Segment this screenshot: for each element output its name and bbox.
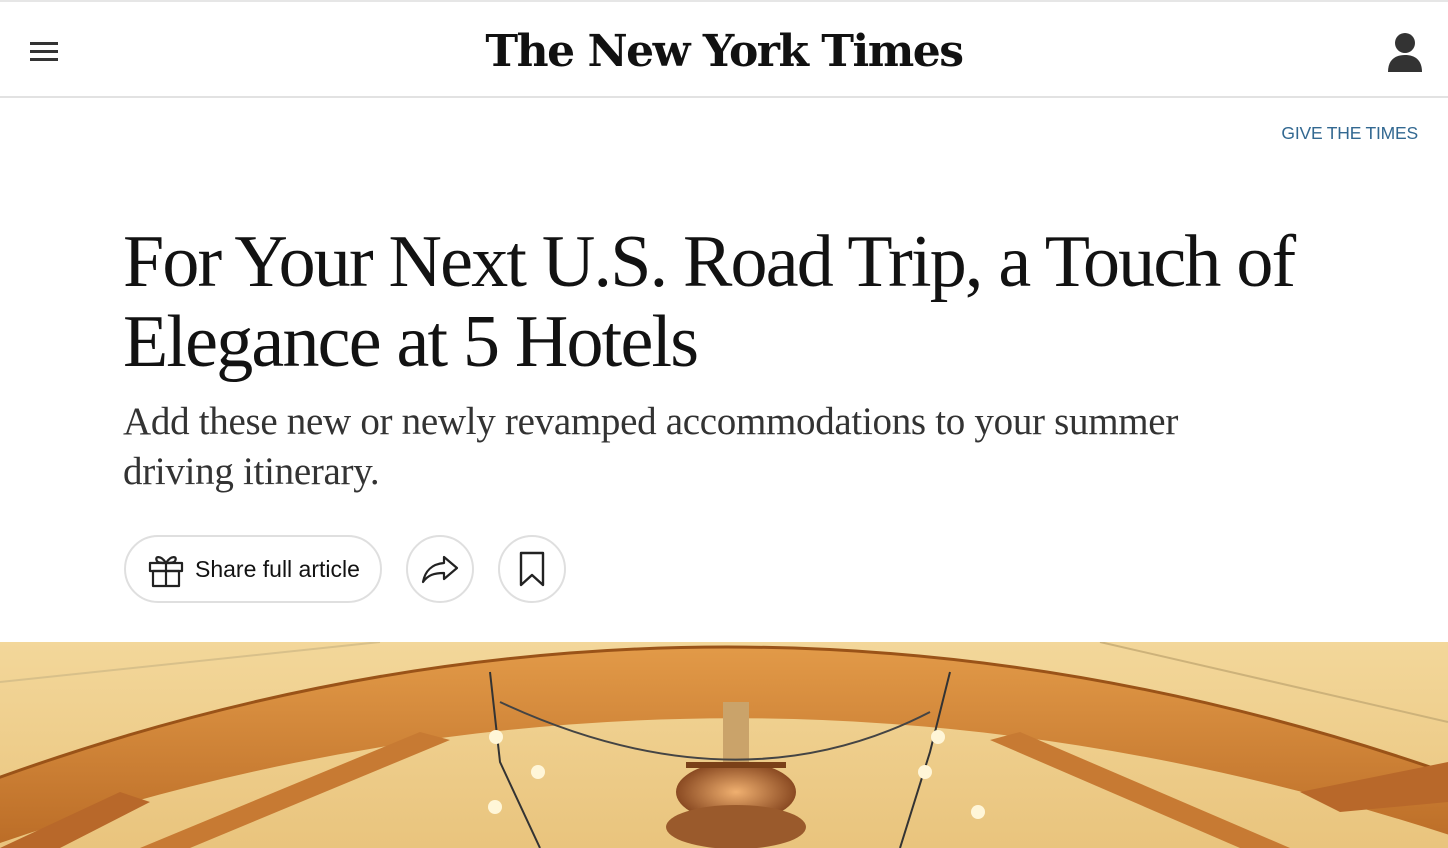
bookmark-icon [519,551,545,587]
share-button-label: Share full article [195,556,360,582]
share-button[interactable] [406,535,474,603]
save-bookmark-button[interactable] [498,535,566,603]
share-full-article-button[interactable]: Share full article [124,535,382,603]
article-headline: For Your Next U.S. Road Trip, a Touch of… [123,222,1323,382]
gift-icon [147,552,185,588]
hamburger-menu-icon[interactable] [28,40,60,64]
user-account-icon[interactable] [1384,30,1426,76]
give-the-times-link[interactable]: GIVE THE TIMES [1281,123,1418,144]
masthead-logo[interactable]: The New York Times [480,20,968,84]
headline-line-2: Elegance at 5 Hotels [123,301,699,383]
share-arrow-icon [421,555,459,584]
article-summary: Add these new or newly revamped accommod… [123,400,1179,493]
headline-line-1: For Your Next U.S. Road Trip, a Touch of [123,221,1296,303]
hero-image [0,642,1448,848]
site-header: The New York Times [0,0,1448,98]
